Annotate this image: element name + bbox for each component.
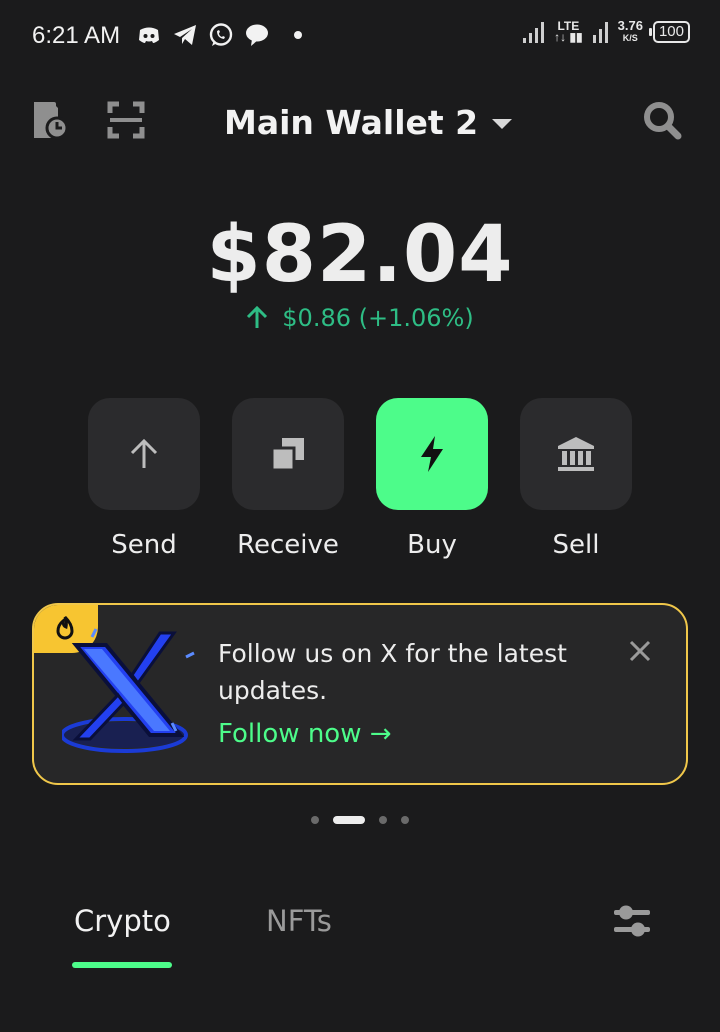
active-tab-indicator [72,962,172,968]
buy-label: Buy [407,530,457,560]
notification-icons [136,22,302,48]
bank-icon [558,437,594,471]
send-button[interactable]: Send [88,398,200,560]
send-label: Send [111,530,177,560]
receive-button[interactable]: Receive [232,398,344,560]
signal-icon-2 [592,21,608,43]
pager-dot[interactable] [311,816,319,824]
copy-icon [270,438,304,472]
filter-icon[interactable] [612,902,652,940]
search-icon[interactable] [642,100,682,140]
discord-icon [136,22,162,48]
battery-indicator: 100 [648,21,690,43]
receive-label: Receive [237,530,339,560]
telegram-icon [172,22,198,48]
receive-tile[interactable] [232,398,344,510]
total-balance: $82.04 [206,210,514,300]
action-buttons: Send Receive Buy Sell [88,398,632,560]
send-tile[interactable] [88,398,200,510]
tab-crypto[interactable]: Crypto [74,904,171,938]
buy-tile[interactable] [376,398,488,510]
status-time: 6:21 AM [32,22,121,49]
x-logo-illustration [60,627,202,757]
network-speed: 3.76 K/S [617,18,643,43]
asset-tabs: Crypto NFTs [0,900,720,980]
carousel-pager [0,816,720,824]
tab-nfts[interactable]: NFTs [266,904,332,938]
messages-icon [244,22,270,48]
chevron-down-icon [492,119,513,129]
pager-dot-active[interactable] [333,816,365,824]
history-icon[interactable] [30,100,70,140]
system-indicators: LTE ↑↓ ▮▮ 3.76 K/S 100 [523,18,690,44]
sell-button[interactable]: Sell [520,398,632,560]
arrow-up-icon [247,306,268,328]
status-bar: 6:21 AM LTE ↑↓ ▮▮ 3.76 K/S 100 [0,0,720,72]
wallet-name: Main Wallet 2 [224,102,479,142]
more-notifications-dot [294,31,302,39]
balance-change: $0.86 (+1.06%) [0,304,720,332]
signal-icon [523,21,545,43]
promo-banner[interactable]: Follow us on X for the latest updates. F… [32,603,688,785]
sell-label: Sell [552,530,600,560]
buy-button[interactable]: Buy [376,398,488,560]
balance-change-value: $0.86 (+1.06%) [282,304,474,332]
pager-dot[interactable] [379,816,387,824]
whatsapp-icon [208,22,234,48]
sell-tile[interactable] [520,398,632,510]
banner-message: Follow us on X for the latest updates. [218,639,567,705]
follow-now-link[interactable]: Follow now → [218,719,392,749]
close-icon[interactable] [628,639,652,663]
wallet-selector[interactable]: Main Wallet 2 [224,100,513,144]
pager-dot[interactable] [401,816,409,824]
scan-icon[interactable] [106,100,146,140]
arrow-up-icon [130,438,158,468]
network-label: LTE ↑↓ ▮▮ [554,19,583,44]
lightning-icon [421,436,443,472]
